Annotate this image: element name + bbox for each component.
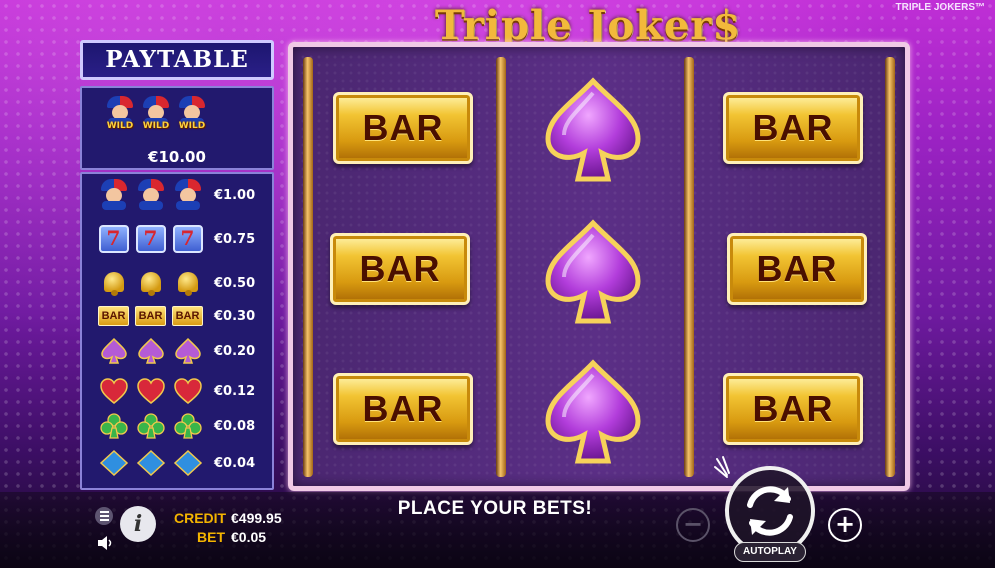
wild-joker-icon: WILD <box>176 96 208 131</box>
heart-icon <box>99 378 128 404</box>
heart-icon <box>136 378 165 404</box>
spade-icon <box>174 337 201 364</box>
joker-icon <box>172 179 204 211</box>
autoplay-button[interactable]: AUTOPLAY <box>734 542 806 562</box>
bar-text: BAR <box>362 107 444 148</box>
seven-icon: 7 <box>98 225 129 253</box>
bell-icon <box>173 269 203 297</box>
wild-label: WILD <box>106 121 134 131</box>
bar-text: BAR <box>752 388 834 429</box>
paytable-row: €0.04 <box>96 448 255 478</box>
bar-icon: BAR <box>135 306 166 326</box>
bar-icon: BAR <box>98 306 129 326</box>
joker-icon <box>98 179 130 211</box>
diamond-icon <box>99 449 128 477</box>
menu-icon[interactable] <box>95 507 113 525</box>
sound-icon[interactable] <box>96 535 114 551</box>
reel-area: BAR BAR BAR BAR BAR BAR <box>288 42 910 491</box>
reel-symbol-bar: BAR <box>723 373 863 445</box>
paytable-row: 7 7 7 €0.75 <box>96 224 255 254</box>
reel-symbol-bar: BAR <box>333 373 473 445</box>
club-icon <box>136 413 165 439</box>
bell-icon <box>99 269 129 297</box>
decrease-bet-button[interactable]: − <box>676 508 710 542</box>
paytable-prize: €0.12 <box>214 383 256 399</box>
spin-arrows-icon <box>747 486 793 536</box>
wild-prize: €10.00 <box>148 148 206 166</box>
club-icon <box>173 413 202 439</box>
reel-divider <box>885 57 895 477</box>
bet-label: BET <box>197 529 225 545</box>
reel-divider <box>496 57 506 477</box>
paytable-row: €0.20 <box>96 336 255 366</box>
heart-icon <box>173 378 202 404</box>
spade-icon <box>100 337 127 364</box>
reel-symbol-spade-icon <box>545 219 641 324</box>
paytable-prize: €0.08 <box>214 418 256 434</box>
club-icon <box>99 413 128 439</box>
reel-symbol-bar: BAR <box>723 92 863 164</box>
seven-icon: 7 <box>135 225 166 253</box>
credit-label: CREDIT <box>174 510 227 526</box>
bar-text: BAR <box>756 248 838 289</box>
paytable-row: BAR BAR BAR €0.30 <box>96 301 255 331</box>
info-button[interactable]: i <box>120 506 156 542</box>
wild-joker-icon: WILD <box>104 96 136 131</box>
bet-value: €0.05 <box>231 529 267 545</box>
paytable-row: €1.00 <box>96 179 255 211</box>
diamond-icon <box>173 449 202 477</box>
reel-divider <box>303 57 313 477</box>
paytable-prize: €0.04 <box>214 455 256 471</box>
wild-joker-icon: WILD <box>140 96 172 131</box>
paytable-prize: €0.30 <box>214 308 256 324</box>
paytable-row: €0.12 <box>96 376 255 406</box>
paytable-prize: €0.75 <box>214 231 256 247</box>
brand-tag: TRIPLE JOKERS™ <box>895 2 985 13</box>
reel-divider <box>684 57 694 477</box>
paytable-wild-panel: WILD WILD WILD €10.00 <box>80 86 274 170</box>
bell-icon <box>136 269 166 297</box>
reel-symbol-bar: BAR <box>333 92 473 164</box>
bar-text: BAR <box>359 248 441 289</box>
increase-bet-button[interactable]: + <box>828 508 862 542</box>
paytable-prize: €1.00 <box>214 187 256 203</box>
paytable-row: €0.08 <box>96 411 255 441</box>
reel-symbol-bar: BAR <box>727 233 867 305</box>
status-message: PLACE YOUR BETS! <box>397 498 593 519</box>
bar-icon: BAR <box>172 306 203 326</box>
spade-icon <box>137 337 164 364</box>
seven-icon: 7 <box>172 225 203 253</box>
joker-icon <box>135 179 167 211</box>
reel-symbol-spade-icon <box>545 77 641 182</box>
wild-symbols: WILD WILD WILD <box>104 96 208 131</box>
paytable-prize: €0.50 <box>214 275 256 291</box>
wild-label: WILD <box>142 121 170 131</box>
bar-text: BAR <box>362 388 444 429</box>
wild-label: WILD <box>178 121 206 131</box>
paytable-row: €0.50 <box>96 268 255 298</box>
credit-value: €499.95 <box>231 510 282 526</box>
bar-text: BAR <box>752 107 834 148</box>
reel-symbol-bar: BAR <box>330 233 470 305</box>
diamond-icon <box>136 449 165 477</box>
paytable-prize: €0.20 <box>214 343 256 359</box>
paytable-list: €1.00 7 7 7 €0.75 €0.50 BAR BAR BAR €0.3… <box>80 172 274 490</box>
paytable-title: PAYTABLE <box>80 40 274 80</box>
reel-symbol-spade-icon <box>545 359 641 464</box>
